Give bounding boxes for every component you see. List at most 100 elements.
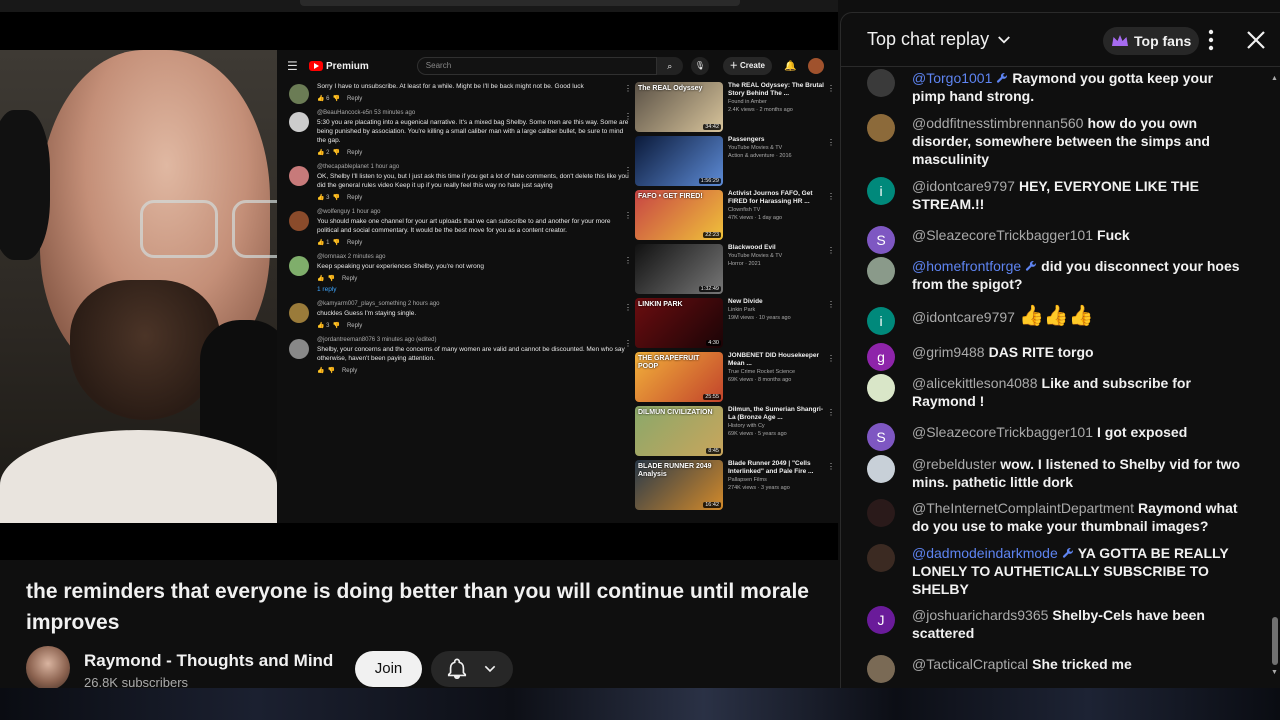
rec-meta: 69K views · 8 months ago xyxy=(728,377,792,383)
chat-message[interactable]: @homefrontforge did you disconnect your h… xyxy=(867,257,1247,293)
top-fans-button[interactable]: Top fans xyxy=(1103,27,1200,55)
chat-avatar[interactable] xyxy=(867,655,895,683)
chat-author[interactable]: @idontcare9797 xyxy=(912,309,1015,325)
chat-avatar[interactable] xyxy=(867,374,895,402)
comment-actions: 👍 👎 Reply xyxy=(317,276,358,282)
comment-avatar xyxy=(289,166,309,186)
inner-comment: @lornnaax 2 minutes ago Keep speaking you… xyxy=(287,254,632,293)
chat-message[interactable]: @oddfitnesstimbrennan560 how do you own d… xyxy=(867,114,1247,168)
rec-more-icon: ⋮ xyxy=(827,354,835,363)
chat-author[interactable]: @idontcare9797 xyxy=(912,178,1015,194)
chat-avatar[interactable] xyxy=(867,499,895,527)
top-fans-label: Top fans xyxy=(1134,33,1192,49)
chat-avatar[interactable]: S xyxy=(867,423,895,451)
comment-text: 5:30 you are placating into a eugenical … xyxy=(317,119,629,144)
video-player[interactable]: ☰ Premium Search ⌕ 🎙 ＋ Create 🔔 Sorry I … xyxy=(0,0,838,560)
chat-title-label: Top chat replay xyxy=(867,29,990,49)
chat-message[interactable]: S @SleazecoreTrickbagger101 I got exposed xyxy=(867,423,1247,451)
chat-message[interactable]: S @SleazecoreTrickbagger101 Fuck xyxy=(867,226,1247,254)
chat-message[interactable]: i @idontcare9797 HEY, EVERYONE LIKE THE ST… xyxy=(867,177,1247,213)
chat-message[interactable]: @rebelduster wow. I listened to Shelby vi… xyxy=(867,455,1247,491)
chat-message[interactable]: g @grim9488 DAS RITE torgo xyxy=(867,343,1247,371)
chat-author[interactable]: @Torgo1001 xyxy=(912,70,992,86)
chat-avatar[interactable] xyxy=(867,544,895,572)
chat-author[interactable]: @homefrontforge xyxy=(912,258,1021,274)
inner-comment: @kamyarm007_plays_something 2 hours ago c… xyxy=(287,301,632,329)
chat-author[interactable]: @joshuarichards9365 xyxy=(912,607,1048,623)
chat-message[interactable]: @TheInternetComplaintDepartment Raymond w… xyxy=(867,499,1247,535)
rec-title: New Divide xyxy=(728,298,763,305)
comment-actions: 👍 👎 Reply xyxy=(317,368,358,374)
rec-duration: 25:55 xyxy=(703,394,721,400)
menu-icon: ☰ xyxy=(287,59,298,73)
rec-channel: Pallapsen Films xyxy=(728,477,767,483)
chat-author[interactable]: @TheInternetComplaintDepartment xyxy=(912,500,1134,516)
chat-message[interactable]: @Torgo1001 Raymond you gotta keep your pi… xyxy=(867,69,1247,105)
chat-message[interactable]: @alicekittleson4088 Like and subscribe fo… xyxy=(867,374,1247,410)
rec-channel: History with Cy xyxy=(728,423,765,429)
inner-recommendations: The REAL Odyssey 34:42 The REAL Odyssey: T… xyxy=(635,82,835,514)
video-title: the reminders that everyone is doing bet… xyxy=(26,580,809,634)
chat-mode-dropdown[interactable]: Top chat replay xyxy=(867,29,1013,50)
chat-avatar[interactable]: i xyxy=(867,307,895,335)
chat-author[interactable]: @dadmodeindarkmode xyxy=(912,545,1058,561)
chat-message[interactable]: J @joshuarichards9365 Shelby-Cels have bee… xyxy=(867,606,1247,642)
chat-text: I got exposed xyxy=(1097,424,1188,440)
channel-name[interactable]: Raymond - Thoughts and Mind xyxy=(84,651,333,671)
chat-message[interactable]: i @idontcare9797 👍👍👍 xyxy=(867,306,1247,335)
chat-avatar[interactable]: J xyxy=(867,606,895,634)
more-options-icon[interactable] xyxy=(1203,27,1219,53)
chat-scrollbar[interactable]: ▲ ▼ xyxy=(1270,75,1278,680)
inner-recommendation: The REAL Odyssey 34:42 The REAL Odyssey: T… xyxy=(635,82,835,135)
chat-avatar[interactable] xyxy=(867,257,895,285)
chat-message[interactable]: @dadmodeindarkmode YA GOTTA BE REALLY LON… xyxy=(867,544,1247,598)
chat-author[interactable]: @oddfitnesstimbrennan560 xyxy=(912,115,1083,131)
comment-header: @BeauHancock-e5n 53 minutes ago xyxy=(317,110,416,116)
inner-search-icon: ⌕ xyxy=(656,57,683,75)
chat-avatar[interactable] xyxy=(867,69,895,97)
chat-header: Top chat replay Top fans xyxy=(841,13,1280,67)
chat-avatar[interactable] xyxy=(867,114,895,142)
subscription-bell-button[interactable] xyxy=(431,651,513,687)
chat-avatar[interactable]: g xyxy=(867,343,895,371)
join-button[interactable]: Join xyxy=(355,651,422,687)
rec-thumbnail: THE GRAPEFRUIT POOP 25:55 xyxy=(635,352,723,402)
background-strip xyxy=(0,688,1280,720)
rec-duration: 1:32:49 xyxy=(698,286,721,292)
inner-comment: @jordantreeman8076 3 minutes ago (edited… xyxy=(287,337,632,374)
comment-header: @jordantreeman8076 3 minutes ago (edited… xyxy=(317,337,437,343)
scroll-thumb[interactable] xyxy=(1272,617,1278,665)
chat-message[interactable]: @TacticalCraptical She tricked me xyxy=(867,655,1247,683)
inner-recommendation: BLADE RUNNER 2049 Analysis 16:42 Blade Run… xyxy=(635,460,835,513)
chat-author[interactable]: @TacticalCraptical xyxy=(912,656,1028,672)
chat-avatar[interactable] xyxy=(867,455,895,483)
chat-text: Fuck xyxy=(1097,227,1130,243)
chat-text: DAS RITE torgo xyxy=(988,344,1094,360)
chevron-down-icon xyxy=(484,665,496,673)
rec-channel: Linkin Park xyxy=(728,307,756,313)
comment-avatar xyxy=(289,256,309,276)
chat-author[interactable]: @SleazecoreTrickbagger101 xyxy=(912,227,1093,243)
comment-header: @kamyarm007_plays_something 2 hours ago xyxy=(317,301,440,307)
rec-channel: Found in Amber xyxy=(728,99,767,105)
chat-avatar[interactable]: i xyxy=(867,177,895,205)
chat-author[interactable]: @alicekittleson4088 xyxy=(912,375,1038,391)
rec-title: Blade Runner 2049 | "Cells Interlinked" … xyxy=(728,460,814,475)
comment-actions: 👍 6 👎 Reply xyxy=(317,96,363,102)
close-icon[interactable] xyxy=(1243,27,1269,53)
rec-duration: 22:23 xyxy=(703,232,721,238)
channel-avatar[interactable] xyxy=(26,646,70,690)
chat-author[interactable]: @grim9488 xyxy=(912,344,985,360)
chat-avatar[interactable]: S xyxy=(867,226,895,254)
crown-icon xyxy=(1112,35,1128,46)
comment-text: chuckles Guess I'm staying single. xyxy=(317,310,417,317)
rec-meta: 19M views · 10 years ago xyxy=(728,315,791,321)
comment-text: Shelby, your concerns and the concerns o… xyxy=(317,346,625,362)
chat-author[interactable]: @SleazecoreTrickbagger101 xyxy=(912,424,1093,440)
comment-text: Sorry I have to unsubscribe. At least fo… xyxy=(317,83,584,90)
chat-author[interactable]: @rebelduster xyxy=(912,456,996,472)
comment-header: @wolfenguy 1 hour ago xyxy=(317,209,381,215)
moderator-wrench-icon xyxy=(1026,260,1037,271)
inner-comment: Sorry I have to unsubscribe. At least fo… xyxy=(287,82,632,104)
rec-more-icon: ⋮ xyxy=(827,300,835,309)
